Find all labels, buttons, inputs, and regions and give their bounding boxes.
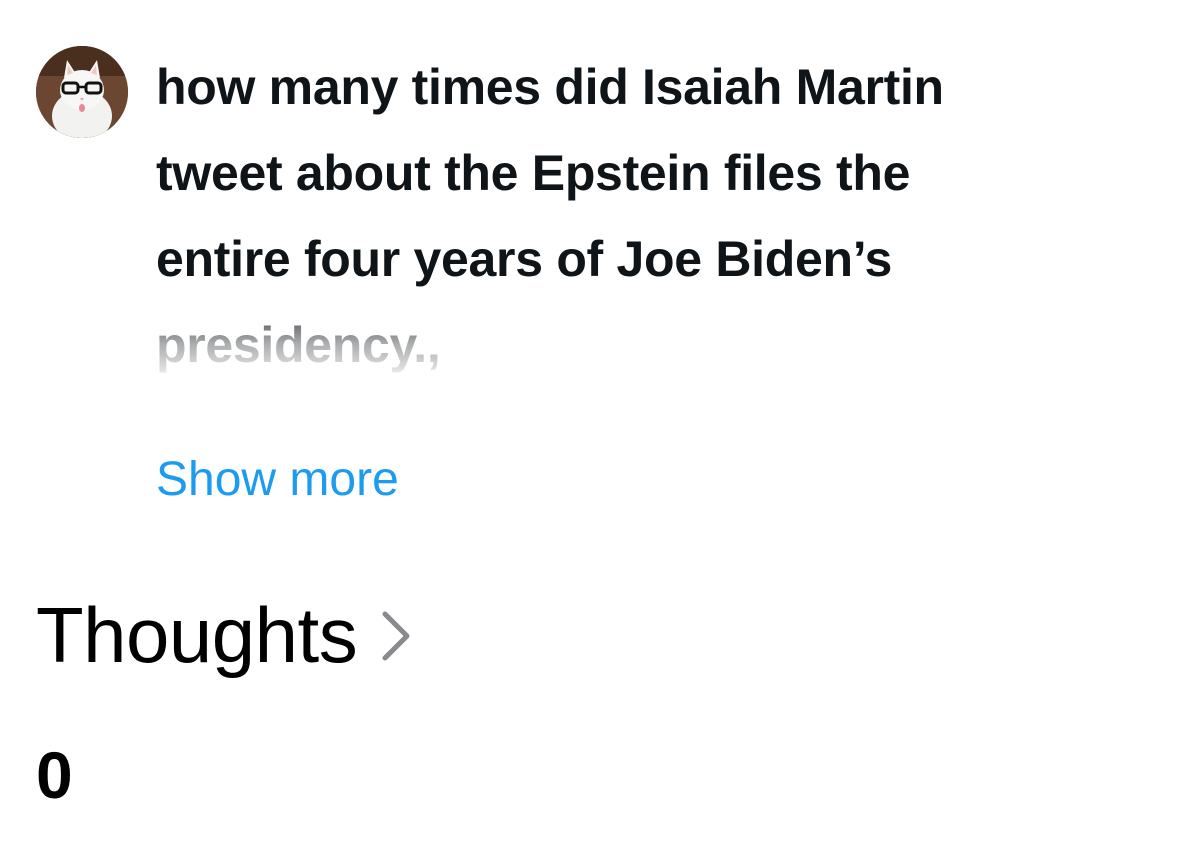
prompt-line: presidency.,	[156, 317, 441, 373]
answer-count: 0	[36, 738, 73, 812]
show-more-button[interactable]: Show more	[156, 450, 399, 510]
thoughts-label: Thoughts	[36, 591, 358, 679]
prompt-text: how many times did Isaiah Martin tweet ab…	[156, 44, 1156, 388]
prompt-line: entire four years of Joe Biden’s	[156, 231, 892, 287]
cat-with-glasses-avatar-icon	[36, 46, 128, 138]
user-avatar[interactable]	[36, 46, 128, 138]
message-body: how many times did Isaiah Martin tweet ab…	[156, 44, 1156, 506]
chevron-right-icon	[379, 610, 413, 667]
prompt-line: tweet about the Epstein files the	[156, 145, 911, 201]
thoughts-toggle[interactable]: Thoughts	[36, 585, 413, 685]
prompt-line: how many times did Isaiah Martin	[156, 59, 944, 115]
